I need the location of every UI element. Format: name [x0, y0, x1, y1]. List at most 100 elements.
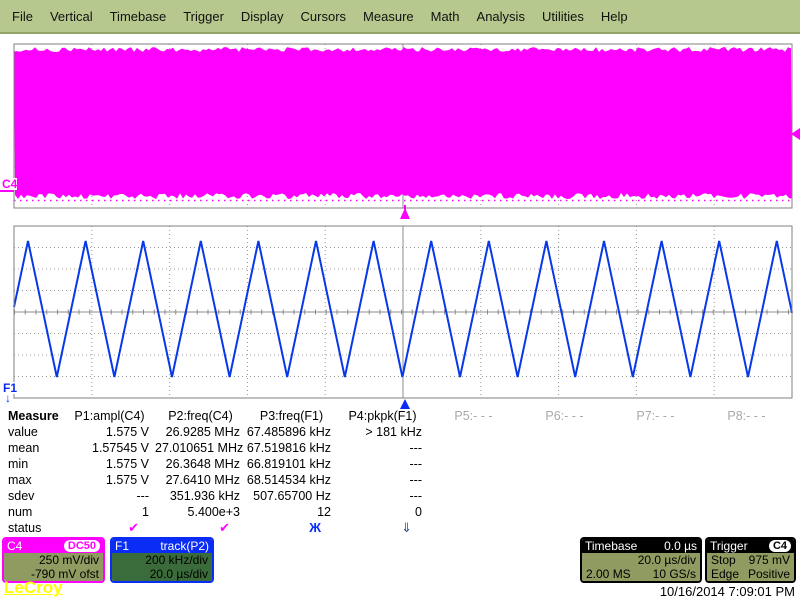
trigger-name: Trigger	[710, 539, 748, 553]
timebase-delay: 0.0 µs	[664, 539, 697, 553]
measure-value-p8	[701, 424, 792, 440]
measure-sdev-p6	[519, 488, 610, 504]
measure-sdev-p8	[701, 488, 792, 504]
status-stopped-icon-p4: ⇓	[337, 520, 428, 536]
trigger-type: Edge	[711, 567, 739, 581]
c4-trace-fill[interactable]	[14, 47, 792, 199]
status-pass-icon-p2: ✔	[155, 520, 246, 536]
measure-table-title: Measure	[4, 408, 64, 424]
trigger-mode: Stop	[711, 553, 736, 567]
measure-num-p4: 0	[337, 504, 428, 520]
measure-col-header-p6[interactable]: P6:- - -	[519, 408, 610, 424]
f1-time-per-div: 20.0 µs/div	[112, 567, 212, 581]
measure-row-label-mean: mean	[4, 440, 64, 456]
measure-num-p3: 12	[246, 504, 337, 520]
status-empty-p7	[610, 520, 701, 536]
measure-mean-p4: ---	[337, 440, 428, 456]
measure-value-p5	[428, 424, 519, 440]
measure-mean-p6	[519, 440, 610, 456]
measure-row-label-sdev: sdev	[4, 488, 64, 504]
measure-table: MeasureP1:ampl(C4)P2:freq(C4)P3:freq(F1)…	[4, 408, 798, 536]
measure-value-p7	[610, 424, 701, 440]
timebase-samples: 2.00 MS	[586, 567, 631, 581]
measure-num-p5	[428, 504, 519, 520]
measure-mean-p2: 27.010651 MHz	[155, 440, 246, 456]
measure-row-label-status: status	[4, 520, 64, 536]
measure-mean-p5	[428, 440, 519, 456]
timebase-rate: 10 GS/s	[653, 567, 696, 581]
measure-max-p7	[610, 472, 701, 488]
lecroy-logo: LeCroy	[4, 579, 63, 597]
measure-min-p1: 1.575 V	[64, 456, 155, 472]
status-empty-p6	[519, 520, 610, 536]
status-pass-icon-p1: ✔	[64, 520, 155, 536]
timebase-name: Timebase	[585, 539, 637, 553]
measure-max-p2: 27.6410 MHz	[155, 472, 246, 488]
measure-col-header-p1[interactable]: P1:ampl(C4)	[64, 408, 155, 424]
measure-min-p2: 26.3648 MHz	[155, 456, 246, 472]
measure-min-p5	[428, 456, 519, 472]
measure-value-p3: 67.485896 kHz	[246, 424, 337, 440]
c4-descriptor-name: C4	[7, 539, 22, 553]
measure-min-p8	[701, 456, 792, 472]
measure-min-p4: ---	[337, 456, 428, 472]
measure-col-header-p7[interactable]: P7:- - -	[610, 408, 701, 424]
measure-value-p1: 1.575 V	[64, 424, 155, 440]
measure-value-p2: 26.9285 MHz	[155, 424, 246, 440]
status-empty-p8	[701, 520, 792, 536]
measure-mean-p8	[701, 440, 792, 456]
measure-max-p1: 1.575 V	[64, 472, 155, 488]
measure-num-p8	[701, 504, 792, 520]
measure-max-p6	[519, 472, 610, 488]
status-empty-p5	[428, 520, 519, 536]
measure-value-p6	[519, 424, 610, 440]
measure-max-p3: 68.514534 kHz	[246, 472, 337, 488]
measure-mean-p7	[610, 440, 701, 456]
timebase-descriptor-box[interactable]: Timebase 0.0 µs 20.0 µs/div 2.00 MS 10 G…	[580, 537, 702, 583]
c4-volts-per-div: 250 mV/div	[4, 553, 103, 567]
f1-descriptor-box[interactable]: F1 track(P2) 200 kHz/div 20.0 µs/div	[110, 537, 214, 583]
measure-num-p6	[519, 504, 610, 520]
trigger-source-badge: C4	[769, 540, 791, 552]
timestamp: 10/16/2014 7:09:01 PM	[660, 584, 795, 599]
measure-col-header-p5[interactable]: P5:- - -	[428, 408, 519, 424]
measure-col-header-p3[interactable]: P3:freq(F1)	[246, 408, 337, 424]
oscilloscope-screen: FileVerticalTimebaseTriggerDisplayCursor…	[0, 0, 800, 600]
trigger-descriptor-box[interactable]: Trigger C4 Stop 975 mV Edge Positive	[705, 537, 796, 583]
measure-row-label-max: max	[4, 472, 64, 488]
f1-offscreen-arrow-icon: ↓	[5, 392, 11, 404]
measure-sdev-p3: 507.65700 Hz	[246, 488, 337, 504]
measure-sdev-p2: 351.936 kHz	[155, 488, 246, 504]
measure-row-label-num: num	[4, 504, 64, 520]
measure-min-p7	[610, 456, 701, 472]
measure-max-p8	[701, 472, 792, 488]
measure-min-p6	[519, 456, 610, 472]
measure-max-p5	[428, 472, 519, 488]
measure-mean-p3: 67.519816 kHz	[246, 440, 337, 456]
status-invalid-icon-p3: Ж	[246, 520, 337, 536]
measure-sdev-p7	[610, 488, 701, 504]
c4-descriptor-box[interactable]: C4 DC50 250 mV/div -790 mV ofst	[2, 537, 105, 583]
measure-row-label-value: value	[4, 424, 64, 440]
measure-sdev-p1: ---	[64, 488, 155, 504]
c4-coupling-badge: DC50	[64, 540, 100, 552]
trigger-slope: Positive	[748, 567, 790, 581]
measure-sdev-p5	[428, 488, 519, 504]
measure-sdev-p4: ---	[337, 488, 428, 504]
measure-mean-p1: 1.57545 V	[64, 440, 155, 456]
trigger-delay-marker[interactable]	[400, 208, 410, 219]
trigger-level: 975 mV	[749, 553, 790, 567]
measure-col-header-p2[interactable]: P2:freq(C4)	[155, 408, 246, 424]
measure-num-p7	[610, 504, 701, 520]
measure-row-label-min: min	[4, 456, 64, 472]
f1-function-mode: track(P2)	[160, 539, 209, 553]
measure-col-header-p8[interactable]: P8:- - -	[701, 408, 792, 424]
c4-trace-label: C4	[2, 178, 17, 190]
f1-descriptor-name: F1	[115, 539, 129, 553]
timebase-per-div: 20.0 µs/div	[582, 553, 700, 567]
measure-min-p3: 66.819101 kHz	[246, 456, 337, 472]
measure-num-p1: 1	[64, 504, 155, 520]
measure-col-header-p4[interactable]: P4:pkpk(F1)	[337, 408, 428, 424]
measure-value-p4: > 181 kHz	[337, 424, 428, 440]
measure-max-p4: ---	[337, 472, 428, 488]
